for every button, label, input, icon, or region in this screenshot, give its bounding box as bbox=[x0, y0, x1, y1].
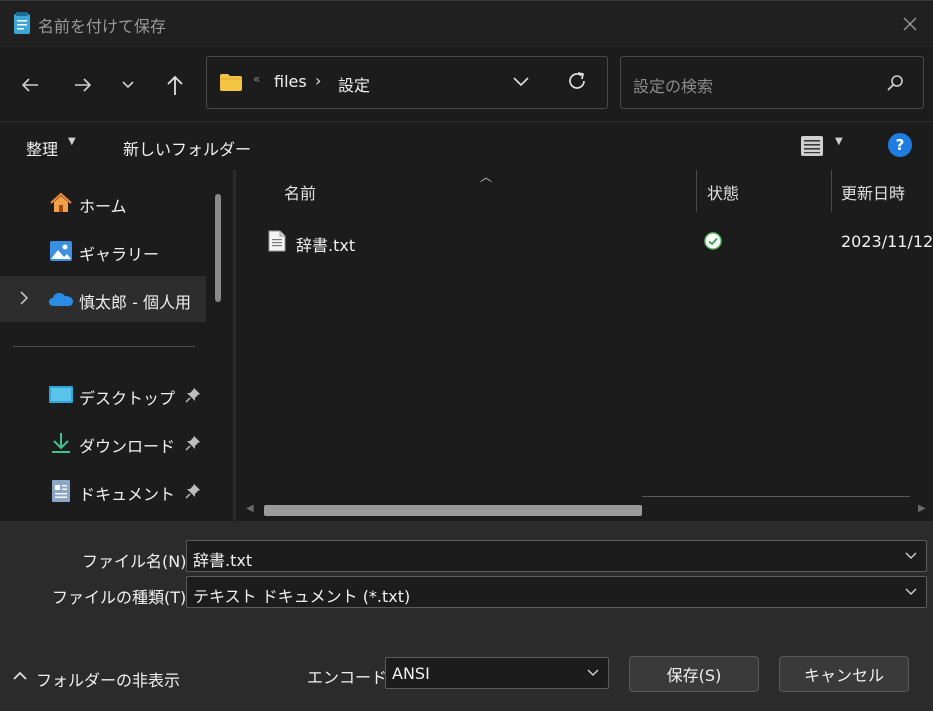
file-modified-date: 2023/11/12 bbox=[841, 232, 933, 251]
search-box[interactable]: 設定の検索 bbox=[620, 56, 924, 109]
column-header-status[interactable]: 状態 bbox=[707, 180, 739, 204]
pin-icon[interactable] bbox=[185, 387, 201, 403]
title-bar: 名前を付けて保存 bbox=[0, 0, 933, 47]
close-icon bbox=[903, 17, 917, 31]
help-icon: ? bbox=[895, 136, 905, 154]
view-options-icon[interactable] bbox=[800, 134, 824, 158]
encoding-select[interactable]: ANSI bbox=[385, 657, 609, 689]
notepad-icon bbox=[14, 12, 30, 34]
search-input[interactable]: 設定の検索 bbox=[633, 73, 713, 97]
scroll-right-icon[interactable]: ▶ bbox=[918, 503, 926, 514]
up-button[interactable] bbox=[157, 67, 193, 103]
table-row[interactable]: 辞書.txt 2023/11/12 bbox=[266, 226, 933, 258]
sidebar-item-documents[interactable]: ドキュメント bbox=[0, 468, 206, 514]
chevron-down-icon[interactable] bbox=[904, 586, 918, 598]
column-separator[interactable] bbox=[831, 170, 832, 212]
view-dropdown-icon[interactable]: ▼ bbox=[835, 136, 843, 147]
column-header-name[interactable]: 名前 bbox=[284, 180, 316, 204]
command-bar: 整理 ▼ 新しいフォルダー ▼ ? bbox=[0, 121, 933, 170]
breadcrumb-separator[interactable]: › bbox=[315, 71, 321, 90]
filetype-label: ファイルの種類(T): bbox=[52, 588, 192, 607]
sidebar-divider bbox=[13, 346, 195, 347]
encoding-label: エンコード: bbox=[307, 668, 393, 687]
file-name: 辞書.txt bbox=[296, 236, 356, 255]
pin-icon[interactable] bbox=[185, 483, 201, 499]
column-separator[interactable] bbox=[696, 170, 697, 212]
chevron-down-icon bbox=[122, 81, 134, 89]
search-icon[interactable] bbox=[885, 73, 905, 93]
sidebar-item-desktop[interactable]: デスクトップ bbox=[0, 372, 206, 418]
navigation-bar: « files › 設定 設定の検索 bbox=[0, 47, 933, 121]
scrollbar-track-line bbox=[642, 496, 910, 497]
breadcrumb-files[interactable]: files bbox=[274, 72, 307, 91]
sidebar-item-label: ホーム bbox=[79, 197, 127, 216]
filename-input[interactable]: 辞書.txt bbox=[193, 547, 252, 571]
new-folder-button[interactable]: 新しいフォルダー bbox=[123, 136, 251, 160]
home-icon bbox=[50, 192, 72, 212]
arrow-up-icon bbox=[167, 75, 183, 95]
filetype-select[interactable]: テキスト ドキュメント (*.txt) bbox=[186, 576, 927, 608]
arrow-right-icon bbox=[75, 78, 92, 92]
sidebar-item-label: ダウンロード bbox=[79, 437, 176, 456]
pin-icon[interactable] bbox=[185, 435, 201, 451]
gallery-icon bbox=[50, 241, 72, 261]
chevron-right-icon[interactable] bbox=[18, 290, 30, 306]
window-title: 名前を付けて保存 bbox=[38, 17, 167, 36]
download-icon bbox=[52, 433, 70, 453]
scroll-left-icon[interactable]: ◀ bbox=[246, 503, 254, 514]
recent-locations-button[interactable] bbox=[110, 67, 146, 103]
folder-icon bbox=[220, 74, 242, 91]
sidebar-scrollbar[interactable] bbox=[213, 194, 223, 304]
hide-folders-button[interactable]: フォルダーの非表示 bbox=[36, 667, 180, 691]
chevron-down-icon[interactable] bbox=[904, 550, 918, 562]
desktop-icon bbox=[49, 386, 73, 403]
save-button[interactable]: 保存(S) bbox=[629, 656, 759, 692]
column-header-modified[interactable]: 更新日時 bbox=[841, 180, 905, 204]
documents-icon bbox=[52, 480, 70, 502]
text-file-icon bbox=[268, 230, 286, 252]
sidebar-scroll-thumb[interactable] bbox=[215, 194, 221, 302]
back-button[interactable] bbox=[12, 67, 48, 103]
chevron-down-icon[interactable] bbox=[586, 667, 600, 679]
horizontal-scrollbar[interactable]: ◀ ▶ bbox=[236, 496, 933, 520]
address-bar[interactable]: « files › 設定 bbox=[206, 56, 608, 109]
organize-button[interactable]: 整理 bbox=[26, 136, 58, 160]
arrow-left-icon bbox=[21, 78, 38, 92]
filename-label: ファイル名(N): bbox=[82, 552, 192, 571]
breadcrumb-settings[interactable]: 設定 bbox=[338, 72, 370, 96]
sidebar-item-label: ギャラリー bbox=[79, 245, 160, 264]
sidebar-item-label: 慎太郎 - 個人用 bbox=[79, 293, 191, 312]
chevron-up-icon[interactable] bbox=[12, 669, 28, 683]
synced-check-icon bbox=[704, 232, 722, 250]
filetype-value: テキスト ドキュメント (*.txt) bbox=[193, 587, 411, 606]
save-form: ファイル名(N): 辞書.txt ファイルの種類(T): テキスト ドキュメント… bbox=[0, 521, 933, 711]
help-button[interactable]: ? bbox=[888, 133, 912, 157]
forward-button[interactable] bbox=[65, 67, 101, 103]
organize-dropdown-icon[interactable]: ▼ bbox=[68, 136, 76, 147]
sidebar-item-label: ドキュメント bbox=[79, 485, 176, 504]
refresh-icon[interactable] bbox=[565, 69, 589, 93]
address-dropdown-icon[interactable] bbox=[511, 71, 531, 91]
close-button[interactable] bbox=[887, 1, 933, 47]
cancel-button[interactable]: キャンセル bbox=[779, 656, 909, 692]
breadcrumb-overflow[interactable]: « bbox=[253, 72, 260, 86]
sidebar-item-label: デスクトップ bbox=[79, 389, 176, 408]
onedrive-cloud-icon bbox=[49, 293, 73, 306]
sidebar-item-gallery[interactable]: ギャラリー bbox=[0, 228, 206, 274]
sidebar-item-home[interactable]: ホーム bbox=[0, 180, 206, 226]
sidebar-item-downloads[interactable]: ダウンロード bbox=[0, 420, 206, 466]
horizontal-scroll-thumb[interactable] bbox=[264, 505, 642, 516]
navigation-pane: ホーム ギャラリー 慎太郎 - 個人用 デスクトップ ダウンロード ドキュメント bbox=[0, 170, 235, 521]
encoding-value: ANSI bbox=[392, 664, 430, 683]
file-list: ︿ 名前 状態 更新日時 辞書.txt 2023/11/12 ◀ ▶ bbox=[236, 170, 933, 521]
filename-field[interactable]: 辞書.txt bbox=[186, 540, 927, 572]
sort-ascending-icon: ︿ bbox=[480, 170, 493, 184]
sidebar-item-onedrive[interactable]: 慎太郎 - 個人用 bbox=[0, 276, 206, 322]
